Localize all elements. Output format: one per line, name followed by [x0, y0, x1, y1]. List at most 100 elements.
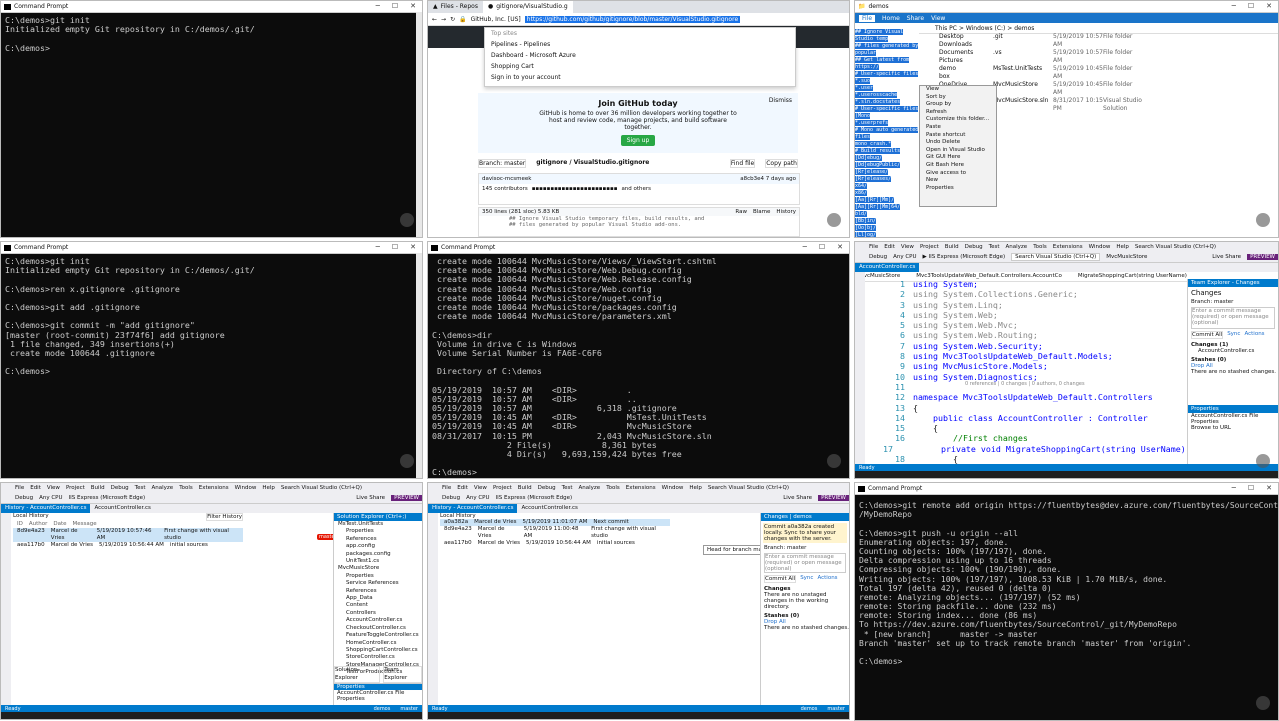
menu-item-file[interactable]: File — [15, 485, 24, 491]
dropdown-item[interactable]: Shopping Cart — [485, 61, 795, 72]
solution-item[interactable]: References — [334, 536, 422, 543]
scrollbar[interactable] — [416, 253, 422, 478]
menu-item-test[interactable]: Test — [989, 244, 1000, 250]
solution-item[interactable]: Properties — [334, 573, 422, 580]
menu-item-window[interactable]: Window — [235, 485, 257, 491]
menu-item-debug[interactable]: Debug — [111, 485, 129, 491]
maximize-icon[interactable]: ☐ — [1248, 1, 1254, 12]
url-dropdown[interactable]: Top sites Pipelines - Pipelines Dashboar… — [484, 27, 796, 87]
menu-item-edit[interactable]: Edit — [884, 244, 895, 250]
context-menu-item[interactable]: Git GUI Here — [920, 154, 996, 162]
history-row[interactable]: aea117b0 Marcel de Vries 5/19/2019 10:56:4… — [13, 542, 243, 549]
context-menu-item[interactable]: Give access to — [920, 170, 996, 178]
history-row[interactable]: aea117b0 Marcel de Vries 5/19/2019 10:56:4… — [440, 540, 670, 547]
branch-selector[interactable]: Branch: master — [478, 159, 527, 168]
context-menu-item[interactable]: Undo Delete — [920, 139, 996, 147]
file-row[interactable]: MvcMusicStore 5/19/2019 10:45 AM File fold… — [993, 81, 1272, 97]
maximize-icon[interactable]: ☐ — [392, 1, 398, 12]
debug-config[interactable]: Debug — [869, 254, 887, 260]
nav-item[interactable]: box — [939, 73, 991, 81]
maximize-icon[interactable]: ☐ — [392, 242, 398, 253]
tab-accountcontroller[interactable]: AccountController.cs — [855, 263, 920, 272]
codelens-hint[interactable]: 0 references | 0 changes | 0 authors, 0 … — [965, 381, 1085, 387]
console-output[interactable]: C:\demos>git init Initialized empty Git r… — [1, 13, 422, 237]
solution-item[interactable]: FeatureToggleController.cs — [334, 632, 422, 639]
solution-item[interactable]: App_Data — [334, 595, 422, 602]
ribbon-tab-view[interactable]: View — [931, 15, 945, 22]
menu-item-test[interactable]: Test — [562, 485, 573, 491]
minimize-icon[interactable]: ─ — [1232, 1, 1236, 12]
history-row[interactable]: 8d9e4a23 Marcel de Vries 5/19/2019 10:57:4… — [13, 528, 243, 542]
maximize-icon[interactable]: ☐ — [1248, 483, 1254, 494]
context-menu-item[interactable]: New — [920, 177, 996, 185]
history-row[interactable]: 8d9e4a23 Marcel de Vries 5/19/2019 11:00:4… — [440, 526, 670, 540]
menu-item-analyze[interactable]: Analyze — [152, 485, 174, 491]
menu-item-analyze[interactable]: Analyze — [579, 485, 601, 491]
nav-item[interactable]: Downloads — [939, 41, 991, 49]
live-share-button[interactable]: Live Share — [1212, 254, 1241, 260]
find-file-button[interactable]: Find file — [729, 159, 756, 168]
context-menu-item[interactable]: Paste — [920, 124, 996, 132]
menu-item-build[interactable]: Build — [518, 485, 532, 491]
actions-link[interactable]: Actions — [1244, 331, 1264, 339]
dropdown-item[interactable]: Sign in to your account — [485, 72, 795, 83]
history-column-header[interactable]: ID — [17, 521, 23, 528]
scrollbar[interactable] — [416, 12, 422, 237]
minimize-icon[interactable]: ─ — [1232, 483, 1236, 494]
nav-item[interactable]: Desktop — [939, 33, 991, 41]
ribbon-tab-home[interactable]: Home — [882, 15, 900, 22]
dropdown-item[interactable]: Dashboard - Microsoft Azure — [485, 50, 795, 61]
url-text[interactable]: https://github.com/github/gitignore/blob… — [524, 15, 741, 23]
context-menu-item[interactable]: Refresh — [920, 109, 996, 117]
vs-search[interactable]: Search Visual Studio (Ctrl+Q) — [281, 485, 362, 491]
context-menu-item[interactable]: Sort by — [920, 94, 996, 102]
ribbon-tab-file[interactable]: File — [859, 14, 876, 22]
menu-item-view[interactable]: View — [474, 485, 487, 491]
console-output[interactable]: create mode 100644 MvcMusicStore/Views/_… — [428, 254, 849, 478]
vs-search[interactable]: Search Visual Studio (Ctrl+Q) — [1135, 244, 1216, 250]
minimize-icon[interactable]: ─ — [376, 1, 380, 12]
forward-icon[interactable]: → — [441, 16, 446, 23]
menu-item-file[interactable]: File — [869, 244, 878, 250]
menu-item-debug[interactable]: Debug — [965, 244, 983, 250]
context-menu-item[interactable]: Group by — [920, 101, 996, 109]
menu-item-edit[interactable]: Edit — [30, 485, 41, 491]
menu-item-view[interactable]: View — [47, 485, 60, 491]
context-menu-item[interactable]: Customize this folder... — [920, 116, 996, 124]
history-button[interactable]: History — [776, 209, 796, 215]
solution-item[interactable]: AccountController.cs — [334, 617, 422, 624]
menu-item-window[interactable]: Window — [1089, 244, 1111, 250]
nav-item[interactable]: Documents — [939, 49, 991, 57]
solution-item[interactable]: References — [334, 588, 422, 595]
menu-item-debug[interactable]: Debug — [538, 485, 556, 491]
history-column-header[interactable]: Author — [29, 521, 48, 528]
file-row[interactable]: .vs 5/19/2019 10:57 AM File folder — [993, 49, 1272, 65]
context-menu-item[interactable]: View — [920, 86, 996, 94]
menu-item-help[interactable]: Help — [1116, 244, 1129, 250]
menu-item-help[interactable]: Help — [689, 485, 702, 491]
solution-item[interactable]: packages.config — [334, 551, 422, 558]
solution-item[interactable]: MsTest.UnitTests — [334, 521, 422, 528]
file-row[interactable]: .git 5/19/2019 10:57 AM File folder — [993, 33, 1272, 49]
sign-up-button[interactable]: Sign up — [620, 135, 656, 146]
solution-item[interactable]: ShoppingCartController.cs — [334, 647, 422, 654]
filter-history-input[interactable]: Filter History — [206, 513, 243, 521]
solution-item[interactable]: Service References — [334, 580, 422, 587]
commit-message-input[interactable]: Enter a commit message (required) or ope… — [1191, 307, 1275, 329]
solution-item[interactable]: UnitTest1.cs — [334, 558, 422, 565]
run-button[interactable]: ▶ IIS Express (Microsoft Edge) — [923, 254, 1006, 260]
code-editor[interactable]: 1 using System; 2 using System.Collections.… — [883, 279, 1221, 478]
close-icon[interactable]: ✕ — [1266, 1, 1272, 12]
menu-item-extensions[interactable]: Extensions — [199, 485, 229, 491]
commit-all-button[interactable]: Commit All — [1191, 331, 1224, 339]
tab-files-repos[interactable]: ▲ Files - Repos — [428, 1, 483, 13]
solution-item[interactable]: Controllers — [334, 610, 422, 617]
reload-icon[interactable]: ↻ — [450, 16, 455, 23]
raw-button[interactable]: Raw — [735, 209, 747, 215]
nav-item[interactable]: demo — [939, 65, 991, 73]
notepad-selected-text[interactable]: ## Ignore Visual Studio temp ## files gen… — [855, 29, 919, 237]
menu-item-tools[interactable]: Tools — [1033, 244, 1047, 250]
commit-message-input[interactable]: Enter a commit message (required) or ope… — [764, 553, 846, 573]
cpu-config[interactable]: Any CPU — [893, 254, 916, 260]
console-output[interactable]: C:\demos>git init Initialized empty Git r… — [1, 254, 422, 478]
